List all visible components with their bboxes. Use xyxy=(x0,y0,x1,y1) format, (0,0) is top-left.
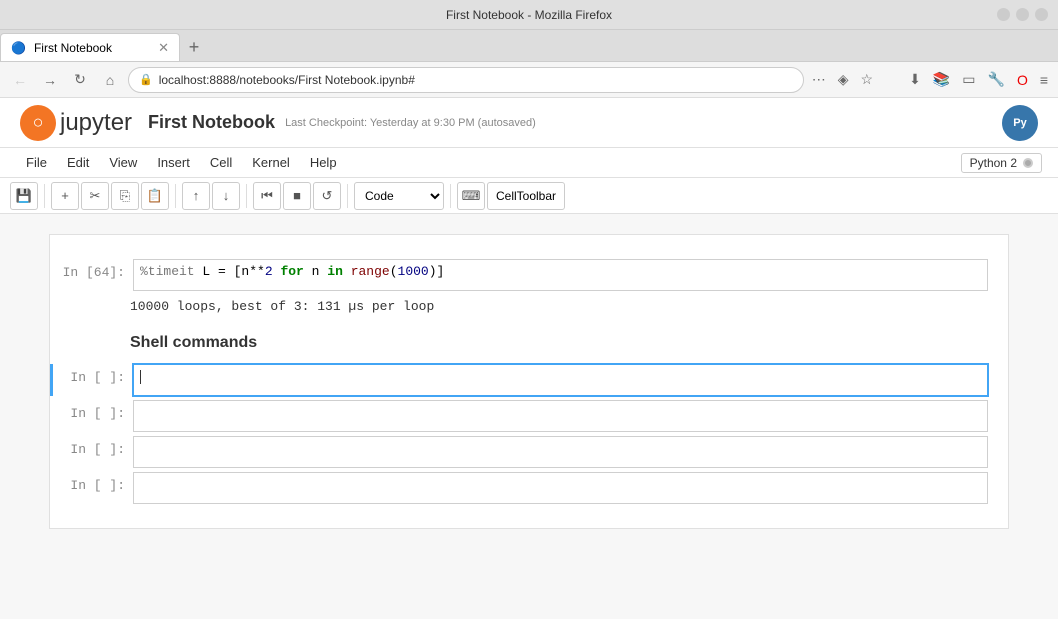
kernel-badge: Python 2 xyxy=(961,153,1042,173)
back-button[interactable]: ← xyxy=(8,68,32,92)
copy-cell-button[interactable]: ⎘ xyxy=(111,182,139,210)
tab-bar: 🔵 First Notebook ✕ + xyxy=(0,30,1058,62)
window-title: First Notebook - Mozilla Firefox xyxy=(446,8,612,22)
browser-toolbar-right: ⋯ ◈ ☆ ⬇ 📚 ▭ 🔧 O ≡ xyxy=(810,69,1050,90)
interrupt-button[interactable]: ■ xyxy=(283,182,311,210)
cell-64-input[interactable]: %timeit L = [n**2 for n in range(1000)] xyxy=(133,259,988,291)
menu-edit[interactable]: Edit xyxy=(57,151,99,174)
notebook-content[interactable]: In [64]: %timeit L = [n**2 for n in rang… xyxy=(0,214,1058,619)
window-maximize[interactable] xyxy=(1016,8,1029,21)
menu-view[interactable]: View xyxy=(99,151,147,174)
notebook-inner: In [64]: %timeit L = [n**2 for n in rang… xyxy=(49,234,1009,529)
cell-1-prompt: In [ ]: xyxy=(53,364,133,396)
library-icon[interactable]: 📚 xyxy=(931,69,952,90)
jupyter-logo: ○ jupyter xyxy=(20,105,132,141)
lock-icon: 🔒 xyxy=(139,73,153,86)
keyboard-shortcut-button[interactable]: ⌨ xyxy=(457,182,485,210)
cell-type-select[interactable]: Code xyxy=(354,182,444,210)
cell-3[interactable]: In [ ]: xyxy=(50,436,1008,468)
toolbar-separator-2 xyxy=(175,184,176,208)
cell-64-output: 10000 loops, best of 3: 131 µs per loop xyxy=(50,295,1008,318)
menu-cell[interactable]: Cell xyxy=(200,151,242,174)
cell-4-input[interactable] xyxy=(133,472,988,504)
cell-right-padding xyxy=(988,259,1008,291)
jupyter-logo-text: jupyter xyxy=(60,109,132,137)
cell-1-input[interactable] xyxy=(133,364,988,396)
menu-file[interactable]: File xyxy=(16,151,57,174)
cell-3-input[interactable] xyxy=(133,436,988,468)
cell-2-input[interactable] xyxy=(133,400,988,432)
download-icon[interactable]: ⬇ xyxy=(907,69,923,90)
reader-icon[interactable]: ▭ xyxy=(960,69,977,90)
move-up-button[interactable]: ↑ xyxy=(182,182,210,210)
cursor xyxy=(140,370,141,384)
tab-favicon: 🔵 xyxy=(11,41,26,55)
cell-1-right xyxy=(988,364,1008,396)
save-button[interactable]: 💾 xyxy=(10,182,38,210)
cell-2-right xyxy=(988,400,1008,432)
toolbar-separator-3 xyxy=(246,184,247,208)
tab-title: First Notebook xyxy=(34,41,150,55)
menu-right: Python 2 xyxy=(961,153,1042,173)
more-tools-icon[interactable]: ⋯ xyxy=(810,69,828,90)
menu-kernel[interactable]: Kernel xyxy=(242,151,300,174)
python-badge: Py xyxy=(1002,105,1038,141)
addon-icon[interactable]: 🔧 xyxy=(986,69,1007,90)
menu-bar: File Edit View Insert Cell Kernel Help P… xyxy=(0,148,1058,178)
cell-4[interactable]: In [ ]: xyxy=(50,472,1008,504)
address-text: localhost:8888/notebooks/First Notebook.… xyxy=(159,73,793,87)
cell-1[interactable]: In [ ]: xyxy=(50,364,1008,396)
new-tab-button[interactable]: + xyxy=(180,33,208,61)
kernel-name: Python 2 xyxy=(970,156,1017,170)
toolbar-separator-4 xyxy=(347,184,348,208)
cut-cell-button[interactable]: ✂ xyxy=(81,182,109,210)
browser-toolbar: ← → ↻ ⌂ 🔒 localhost:8888/notebooks/First… xyxy=(0,62,1058,98)
notebook-title[interactable]: First Notebook xyxy=(148,112,275,133)
restart-button[interactable]: ↺ xyxy=(313,182,341,210)
toolbar-separator-5 xyxy=(450,184,451,208)
menu-help[interactable]: Help xyxy=(300,151,347,174)
paste-cell-button[interactable]: 📋 xyxy=(141,182,169,210)
menu-icon[interactable]: ≡ xyxy=(1038,70,1050,90)
move-down-button[interactable]: ↓ xyxy=(212,182,240,210)
refresh-button[interactable]: ↻ xyxy=(68,68,92,92)
tab-first-notebook[interactable]: 🔵 First Notebook ✕ xyxy=(0,33,180,61)
pocket-icon[interactable]: ◈ xyxy=(836,69,851,90)
address-bar[interactable]: 🔒 localhost:8888/notebooks/First Noteboo… xyxy=(128,67,804,93)
home-button[interactable]: ⌂ xyxy=(98,68,122,92)
window-close[interactable] xyxy=(1035,8,1048,21)
window-titlebar: First Notebook - Mozilla Firefox xyxy=(0,0,1058,30)
jupyter-header: ○ jupyter First Notebook Last Checkpoint… xyxy=(0,98,1058,148)
window-minimize[interactable] xyxy=(997,8,1010,21)
bookmark-icon[interactable]: ☆ xyxy=(859,69,876,90)
notebook-title-section: First Notebook Last Checkpoint: Yesterda… xyxy=(148,112,536,133)
cell-4-prompt: In [ ]: xyxy=(53,472,133,504)
cell-3-prompt: In [ ]: xyxy=(53,436,133,468)
celltoolbar-button[interactable]: CellToolbar xyxy=(487,182,565,210)
opera-icon[interactable]: O xyxy=(1015,70,1030,90)
kernel-circle xyxy=(1023,158,1033,168)
cell-3-right xyxy=(988,436,1008,468)
section-heading: Shell commands xyxy=(50,318,1008,360)
cell-64: In [64]: %timeit L = [n**2 for n in rang… xyxy=(50,259,1008,291)
jupyter-logo-icon: ○ xyxy=(20,105,56,141)
cell-4-right xyxy=(988,472,1008,504)
cell-64-prompt: In [64]: xyxy=(53,259,133,291)
menu-insert[interactable]: Insert xyxy=(147,151,200,174)
cell-2-prompt: In [ ]: xyxy=(53,400,133,432)
window-controls xyxy=(997,8,1048,21)
notebook-toolbar: 💾 + ✂ ⎘ 📋 ↑ ↓ ⏮ ■ ↺ Code ⌨ CellToolbar xyxy=(0,178,1058,214)
checkpoint-text: Last Checkpoint: Yesterday at 9:30 PM (a… xyxy=(285,117,536,129)
tab-close-icon[interactable]: ✕ xyxy=(158,40,169,56)
forward-button[interactable]: → xyxy=(38,68,62,92)
cell-2[interactable]: In [ ]: xyxy=(50,400,1008,432)
add-cell-button[interactable]: + xyxy=(51,182,79,210)
toolbar-separator-1 xyxy=(44,184,45,208)
run-prev-button[interactable]: ⏮ xyxy=(253,182,281,210)
